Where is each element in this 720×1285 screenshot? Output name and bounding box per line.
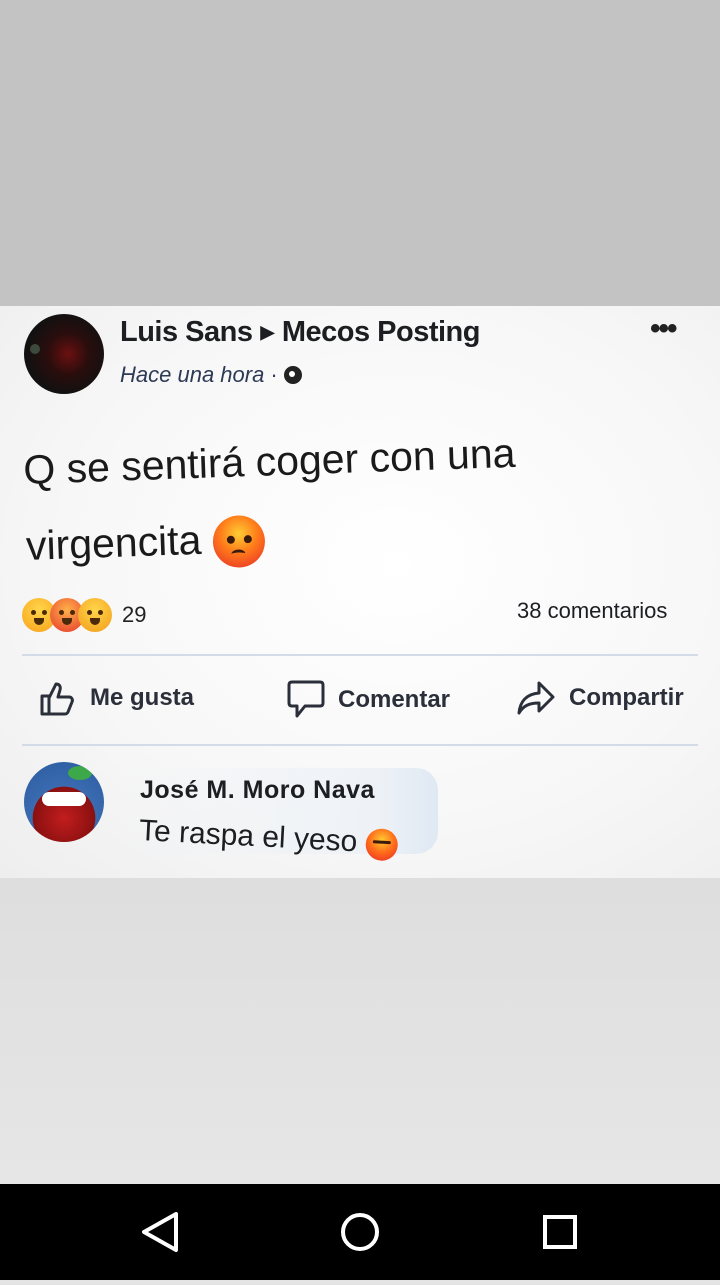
author-name[interactable]: Luis Sans [120, 316, 253, 348]
commenter-name[interactable]: José M. Moro Nava [140, 776, 375, 805]
android-navigation-bar [0, 1184, 720, 1280]
comment-button[interactable]: Comentar [286, 678, 450, 722]
angry-emoji-icon [364, 827, 399, 862]
author-avatar[interactable] [24, 314, 104, 394]
thumbs-up-icon [40, 682, 74, 716]
group-name[interactable]: Mecos Posting [282, 316, 481, 348]
globe-icon [283, 366, 302, 384]
arrow-right-icon: ▶ [260, 322, 275, 342]
avatar-leaf [68, 766, 92, 780]
back-icon [142, 1212, 178, 1252]
comment-icon [287, 680, 325, 718]
avatar-band [42, 792, 86, 806]
back-button[interactable] [112, 1184, 208, 1280]
share-button[interactable]: Compartir [515, 678, 684, 718]
share-label: Compartir [569, 684, 684, 711]
bottom-backdrop [0, 878, 720, 1184]
home-button[interactable] [312, 1184, 408, 1280]
wow-reaction-icon [78, 598, 112, 632]
comment-label: Comentar [338, 686, 451, 713]
commenter-avatar[interactable] [24, 762, 104, 842]
post-body: Q se sentirá coger con una virgencita [22, 411, 627, 584]
post-timestamp[interactable]: Hace una hora [120, 362, 264, 387]
like-label: Me gusta [90, 684, 195, 711]
comments-count[interactable]: 38 comentarios [517, 598, 667, 624]
divider [22, 744, 698, 746]
reaction-count: 29 [122, 602, 147, 627]
post-header: Luis Sans ▶ Mecos Posting [120, 316, 481, 349]
separator-dot: · [270, 362, 278, 387]
angry-emoji-icon [211, 514, 266, 569]
post-text: Q se sentirá coger con una virgencita [22, 429, 517, 569]
recents-button[interactable] [512, 1184, 608, 1280]
share-icon [517, 681, 555, 715]
recents-icon [543, 1215, 577, 1249]
divider [22, 654, 698, 656]
top-backdrop [0, 0, 720, 306]
facebook-post: Luis Sans ▶ Mecos Posting Hace una hora · •… [0, 306, 720, 878]
reaction-summary[interactable]: 29 [22, 598, 146, 632]
home-icon [341, 1213, 379, 1251]
more-options-icon[interactable]: ••• [650, 312, 677, 346]
like-button[interactable]: Me gusta [38, 678, 194, 718]
post-meta: Hace una hora · [120, 362, 302, 388]
